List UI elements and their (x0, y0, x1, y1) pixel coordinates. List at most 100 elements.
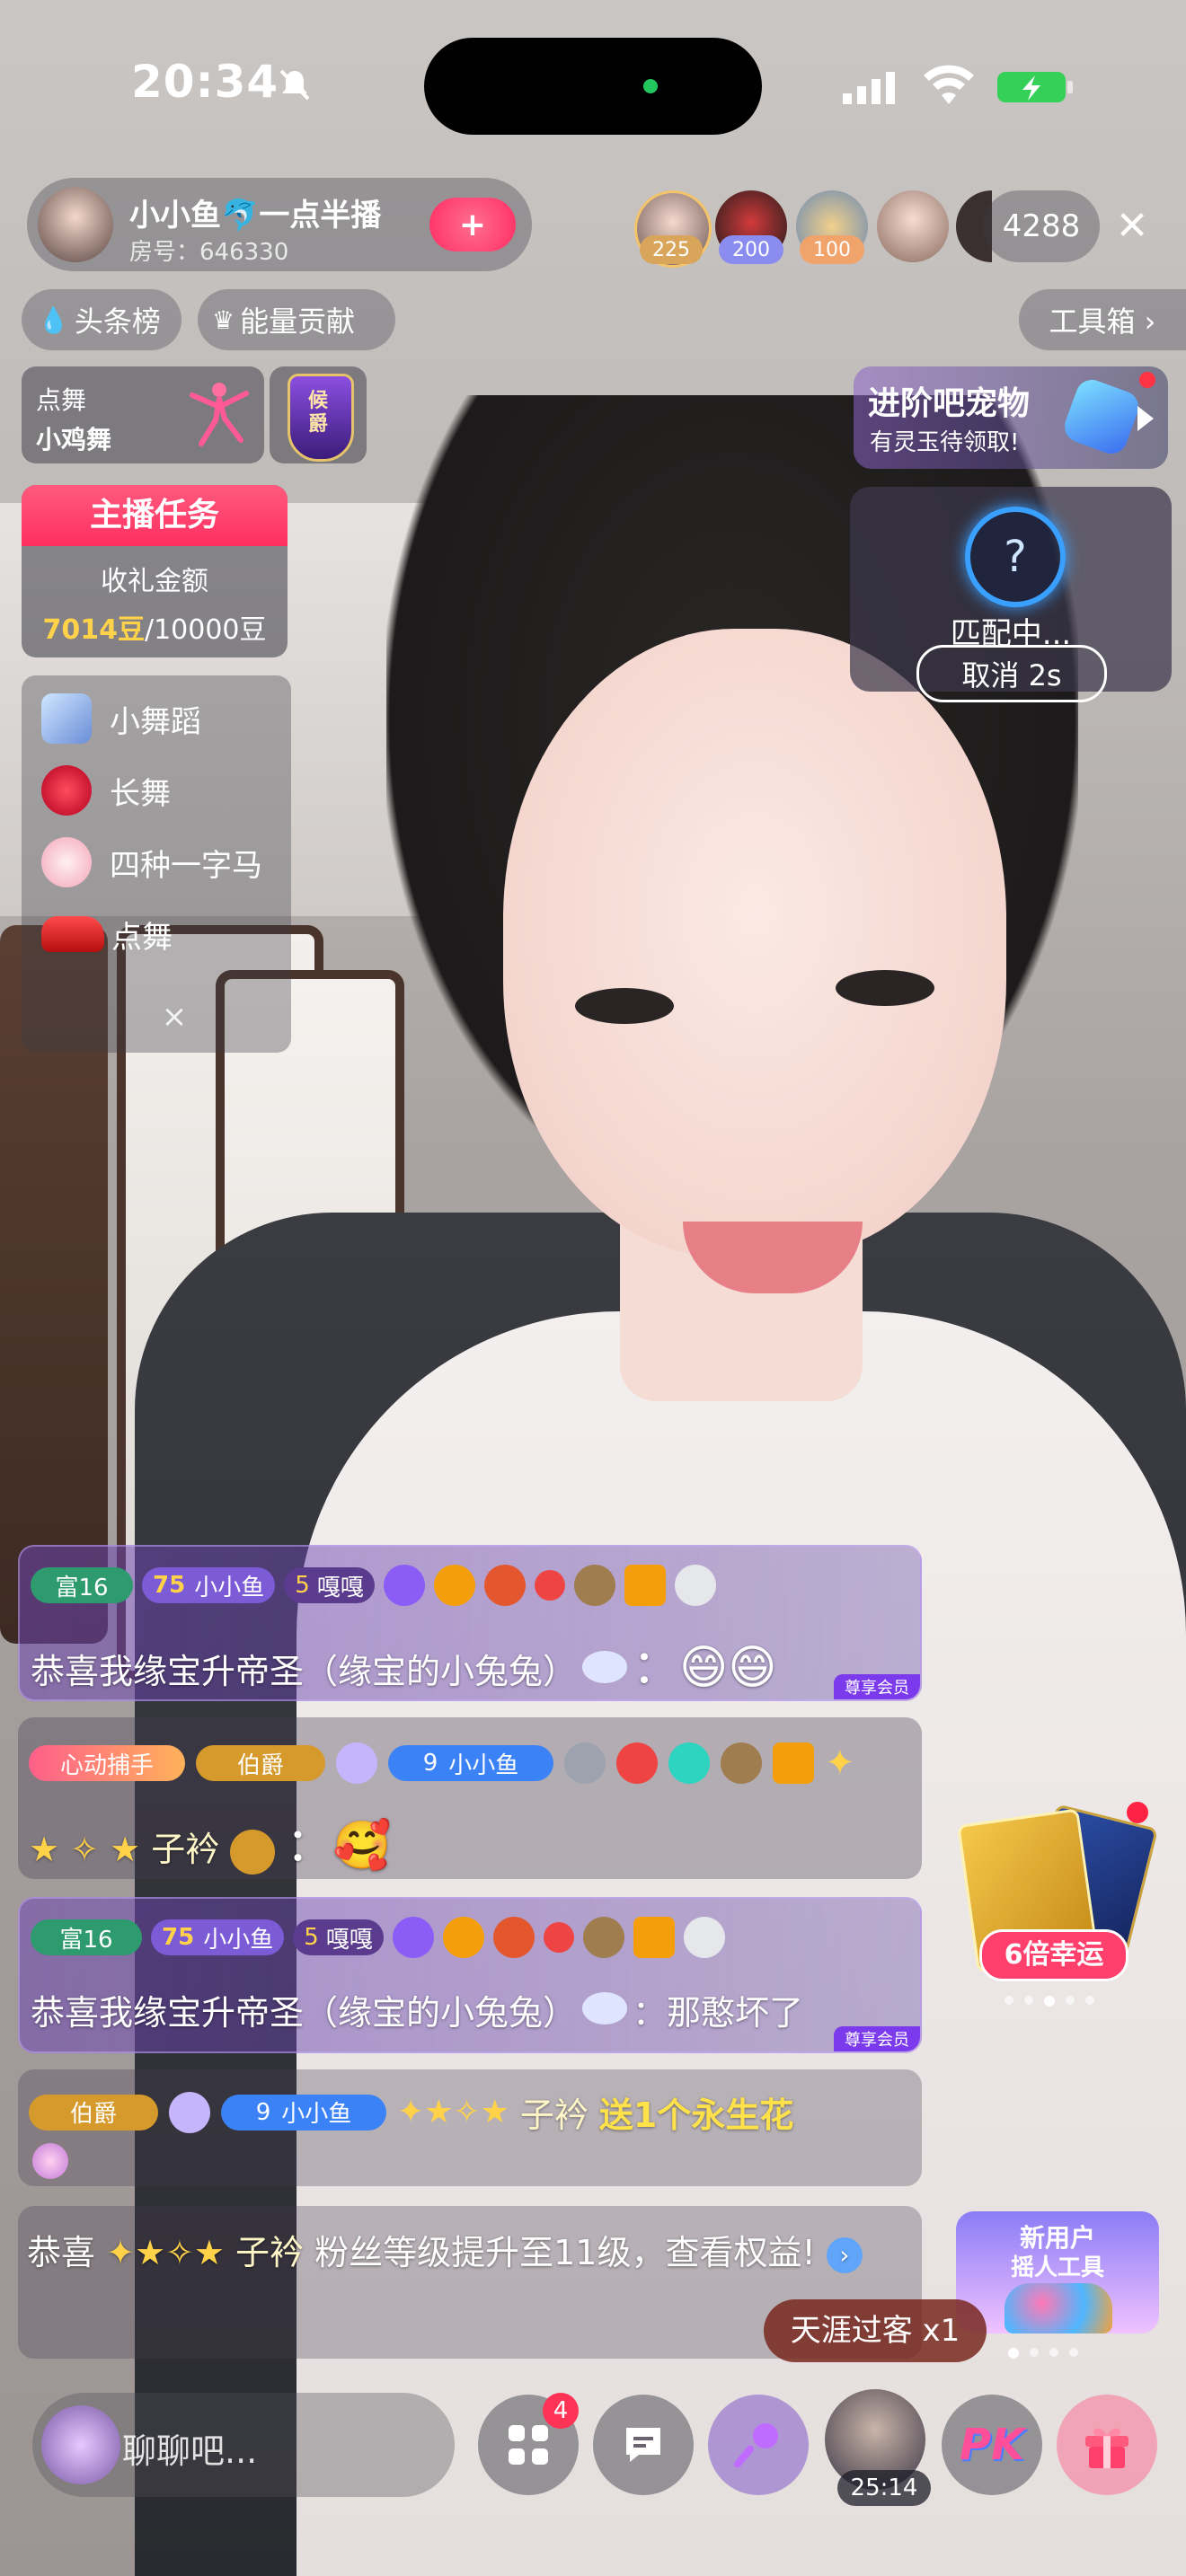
lion-icon (230, 1829, 276, 1875)
medal-icon (392, 1917, 434, 1958)
flower-icon (32, 2143, 68, 2179)
crown-icon: ♛ (212, 304, 235, 335)
wealth-level-text: 富16 (55, 1574, 109, 1601)
close-icon[interactable]: ✕ (1103, 198, 1161, 255)
menu-item-request-dance[interactable]: 点舞 (41, 907, 173, 961)
dance-card-line2: 小鸡舞 (36, 425, 112, 454)
club-level: 5 (295, 1572, 310, 1599)
chat-user: 子衿 (151, 1830, 220, 1869)
message-button[interactable] (593, 2395, 694, 2495)
follow-label: + (458, 206, 487, 243)
medal-icon (442, 1917, 484, 1958)
crystal-shoe-icon (41, 693, 92, 744)
menu-item-label: 四种一字马 (110, 847, 262, 884)
menu-item-long-dance[interactable]: 长舞 (41, 763, 171, 817)
new-user-tool-card[interactable]: 新用户 摇人工具 (956, 2211, 1159, 2333)
viewer-avatar-4[interactable] (877, 190, 949, 262)
pet-banner[interactable]: 进阶吧宠物 有灵玉待领取! (854, 366, 1168, 469)
gift-icon (1085, 2428, 1128, 2468)
pk-button[interactable]: PK (942, 2395, 1042, 2495)
menu-close-icon[interactable]: × (156, 999, 192, 1035)
headline-chip[interactable]: 💧 头条榜 (22, 289, 181, 350)
cancel-match-button[interactable]: 取消 2s (916, 645, 1107, 702)
microphone-icon (733, 2423, 778, 2468)
rank-badge[interactable]: 候爵 (270, 366, 367, 463)
wifi-icon (922, 65, 976, 106)
chat-message-1[interactable]: 富16 75 小小鱼 5 嘎嘎 恭喜我缘宝升帝圣（缘宝的小兔兔） ：😄😄 尊享会员 (18, 1545, 922, 1701)
chat-message-4[interactable]: 伯爵 9 小小鱼 ✦★✧★ 子衿 送1个永生花 (18, 2069, 922, 2186)
congrats-prefix: 恭喜 (27, 2233, 96, 2272)
chat-text: 粉丝等级提升至11级，查看权益! (314, 2233, 816, 2272)
play-arrow-icon (1137, 406, 1154, 431)
wealth-level-badge: 富16 (31, 1919, 142, 1955)
fan-name: 小小鱼 (281, 2101, 352, 2128)
dance-card[interactable]: 点舞 小鸡舞 (22, 366, 264, 463)
pk-label: PK (959, 2420, 1025, 2470)
task-target: /10000豆 (144, 614, 267, 646)
gift-text: 送1个永生花 (598, 2095, 794, 2135)
chat-message-3[interactable]: 富16 75 小小鱼 5 嘎嘎 恭喜我缘宝升帝圣（缘宝的小兔兔） ：那憨坏了 尊享… (18, 1897, 922, 2053)
dance-card-line1: 点舞 (36, 385, 87, 415)
follow-button[interactable]: + (429, 198, 516, 251)
chat-text: 恭喜我缘宝升帝圣（缘宝的小兔兔） (31, 1652, 578, 1691)
fan-badge: 9 小小鱼 (388, 1745, 553, 1781)
menu-item-label: 长舞 (110, 775, 171, 812)
microphone-button[interactable] (708, 2395, 809, 2495)
person-face (503, 629, 1006, 1257)
club-name: 嘎嘎 (325, 1926, 373, 1954)
host-card[interactable]: 小小鱼🐬一点半播 房号：646330 + (27, 178, 532, 271)
medal-icon (483, 1565, 526, 1606)
toolbox-chip[interactable]: 工具箱 › (1019, 289, 1186, 350)
task-label: 收礼金额 (101, 566, 208, 597)
club-badge: 5 嘎嘎 (293, 1919, 384, 1955)
title-text: 伯爵 (69, 2101, 117, 2128)
chat-text: 恭喜我缘宝升帝圣（缘宝的小兔兔） (31, 1993, 578, 2033)
star-badge-icon (336, 1742, 377, 1784)
pet-title: 进阶吧宠物 (868, 385, 1031, 422)
task-progress: 7014豆/10000豆 (22, 607, 288, 647)
viewer-count[interactable]: 4288 (983, 190, 1100, 262)
menu-item-splits[interactable]: 四种一字马 (41, 835, 262, 889)
dancer-icon (183, 379, 255, 451)
viewer-badge-1: 225 (640, 235, 703, 264)
grid-icon (509, 2425, 548, 2465)
sparkle-icons: ✦★✧★ (106, 2233, 225, 2272)
luck-notification-dot (1127, 1802, 1148, 1823)
chat-tail: ：🥰 (286, 1819, 392, 1873)
dove-icon (582, 1992, 628, 2025)
chat-user: 子衿 (519, 2095, 589, 2135)
energy-label: 能量贡献 (240, 304, 356, 339)
room-number: 房号：646330 (129, 239, 289, 266)
title-badge: 伯爵 (29, 2094, 158, 2130)
bunny-icon (41, 837, 92, 887)
avatar-frame-icon (41, 2405, 120, 2484)
fan-name: 小小鱼 (448, 1751, 519, 1779)
medal-icon (668, 1742, 710, 1784)
apps-button[interactable]: 4 (478, 2393, 579, 2495)
fan-badge: 75 小小鱼 (151, 1919, 285, 1955)
dance-menu: 小舞蹈 长舞 四种一字马 点舞 × (22, 675, 291, 1053)
gacha-icon (1005, 2283, 1112, 2333)
energy-chip[interactable]: ♛ 能量贡献 (198, 289, 395, 350)
medal-icon (773, 1742, 814, 1784)
host-avatar[interactable] (38, 187, 113, 262)
menu-item-small-dance[interactable]: 小舞蹈 (41, 692, 201, 745)
rank-label: 候爵 (307, 390, 328, 436)
host-task-card[interactable]: 主播任务 收礼金额 7014豆/10000豆 (22, 485, 288, 657)
apps-badge: 4 (543, 2393, 579, 2429)
chat-message-2[interactable]: 心动捕手 伯爵 9 小小鱼 ✦ ★ ✧ ★ 子衿 ：🥰 (18, 1717, 922, 1879)
vip-badge: 尊享会员 (834, 1674, 920, 1699)
gift-button[interactable] (1057, 2395, 1157, 2495)
chat-input[interactable]: 聊聊吧... (32, 2393, 455, 2497)
pet-crystal-icon (1059, 375, 1144, 459)
viewer-badge-2: 200 (719, 235, 783, 264)
viewer-badge-3: 100 (800, 235, 864, 264)
luck-card[interactable]: 6倍幸运 (957, 1796, 1159, 1994)
chat-tail: ：那憨坏了 (633, 1993, 804, 2033)
battery-icon (996, 68, 1076, 106)
arrow-right-icon[interactable]: › (826, 2236, 863, 2273)
match-panel: ? 匹配中... 取消 2s (850, 487, 1172, 702)
new-user-pager (1008, 2348, 1078, 2359)
chat-tail: ：😄😄 (633, 1641, 777, 1695)
medal-icon (582, 1917, 624, 1958)
